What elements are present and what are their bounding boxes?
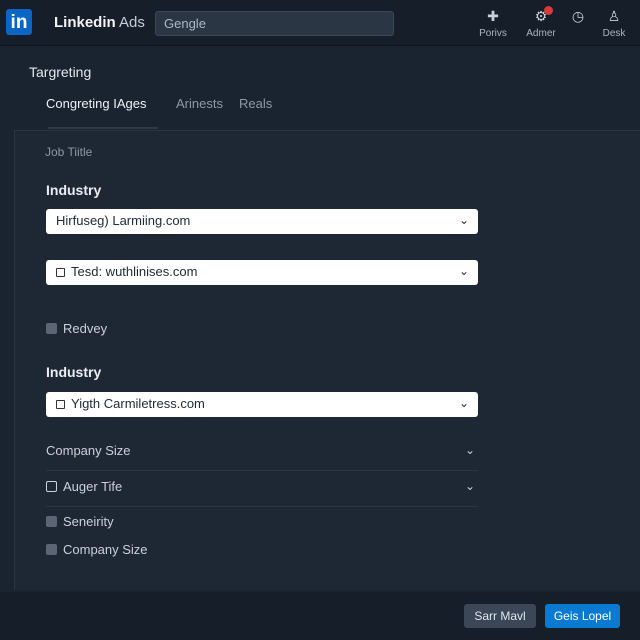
tab-arinests[interactable]: Arinests: [176, 96, 223, 126]
checkbox-label: Company Size: [63, 542, 148, 557]
brand-suffix: Ads: [119, 14, 145, 31]
industry-section-title: Industry: [46, 182, 102, 198]
active-tab-indicator: [48, 127, 158, 129]
select-value: Yigth Carmiletress.com: [71, 396, 205, 411]
brand-title: Linkedin Ads: [54, 14, 145, 31]
industry-select-3[interactable]: Yigth Carmiletress.com ⌄: [46, 392, 478, 417]
checkbox-label: Redvey: [63, 321, 108, 336]
checkbox-icon[interactable]: [46, 323, 57, 334]
auger-tife-row[interactable]: Auger Tife ⌄: [46, 479, 478, 507]
chevron-down-icon: ⌄: [464, 479, 475, 493]
chevron-down-icon: ⌄: [458, 396, 469, 410]
checkbox-icon[interactable]: [46, 481, 57, 492]
checkbox-icon: [56, 268, 65, 277]
nav-label: Porivs: [479, 28, 507, 39]
notification-badge: [544, 6, 553, 15]
chevron-down-icon: ⌄: [464, 443, 475, 457]
checkbox-icon[interactable]: [46, 544, 57, 555]
secondary-button[interactable]: Sarr Mavl: [464, 604, 536, 628]
select-value: Hirfuseg) Larmiing.com: [56, 213, 191, 228]
nav-porivs[interactable]: ✚ Porivs: [468, 6, 518, 42]
row-label: Company Size: [46, 443, 131, 458]
search-input[interactable]: [155, 11, 394, 36]
top-bar: in Linkedin Ads ✚ Porivs ⚙ Admer ◷ ♙ Des…: [0, 0, 640, 46]
checkbox-label: Seneirity: [63, 514, 114, 529]
checkbox-seneirity[interactable]: Seneirity: [46, 514, 114, 529]
tab-congreting-iages[interactable]: Congreting IAges: [46, 96, 146, 126]
page-title: Targreting: [29, 64, 92, 80]
plus-icon: ✚: [487, 8, 499, 24]
checkbox-redvey[interactable]: Redvey: [46, 321, 107, 336]
industry-select-2[interactable]: Tesd: wuthlinises.com ⌄: [46, 260, 478, 285]
industry-select-1[interactable]: Hirfuseg) Larmiing.com ⌄: [46, 209, 478, 234]
nav-label: Desk: [602, 28, 626, 39]
checkbox-company-size[interactable]: Company Size: [46, 542, 148, 557]
linkedin-logo-icon[interactable]: in: [6, 9, 32, 35]
chevron-down-icon: ⌄: [458, 213, 469, 227]
footer-bar: [0, 592, 640, 640]
checkbox-icon: [56, 400, 65, 409]
chevron-down-icon: ⌄: [458, 264, 469, 278]
job-title-label: Job Tiitle: [45, 145, 93, 159]
industry-section-title-2: Industry: [46, 364, 102, 380]
checkbox-icon[interactable]: [46, 516, 57, 527]
select-value: Tesd: wuthlinises.com: [71, 264, 198, 279]
company-size-row[interactable]: Company Size ⌄: [46, 443, 478, 471]
brand-name: Linkedin: [54, 14, 116, 31]
nav-desk[interactable]: ♙ Desk: [589, 6, 639, 42]
row-label: Auger Tife: [63, 479, 123, 494]
primary-button[interactable]: Geis Lopel: [545, 604, 620, 628]
user-icon: ♙: [607, 8, 621, 24]
tab-reals[interactable]: Reals: [239, 96, 272, 126]
